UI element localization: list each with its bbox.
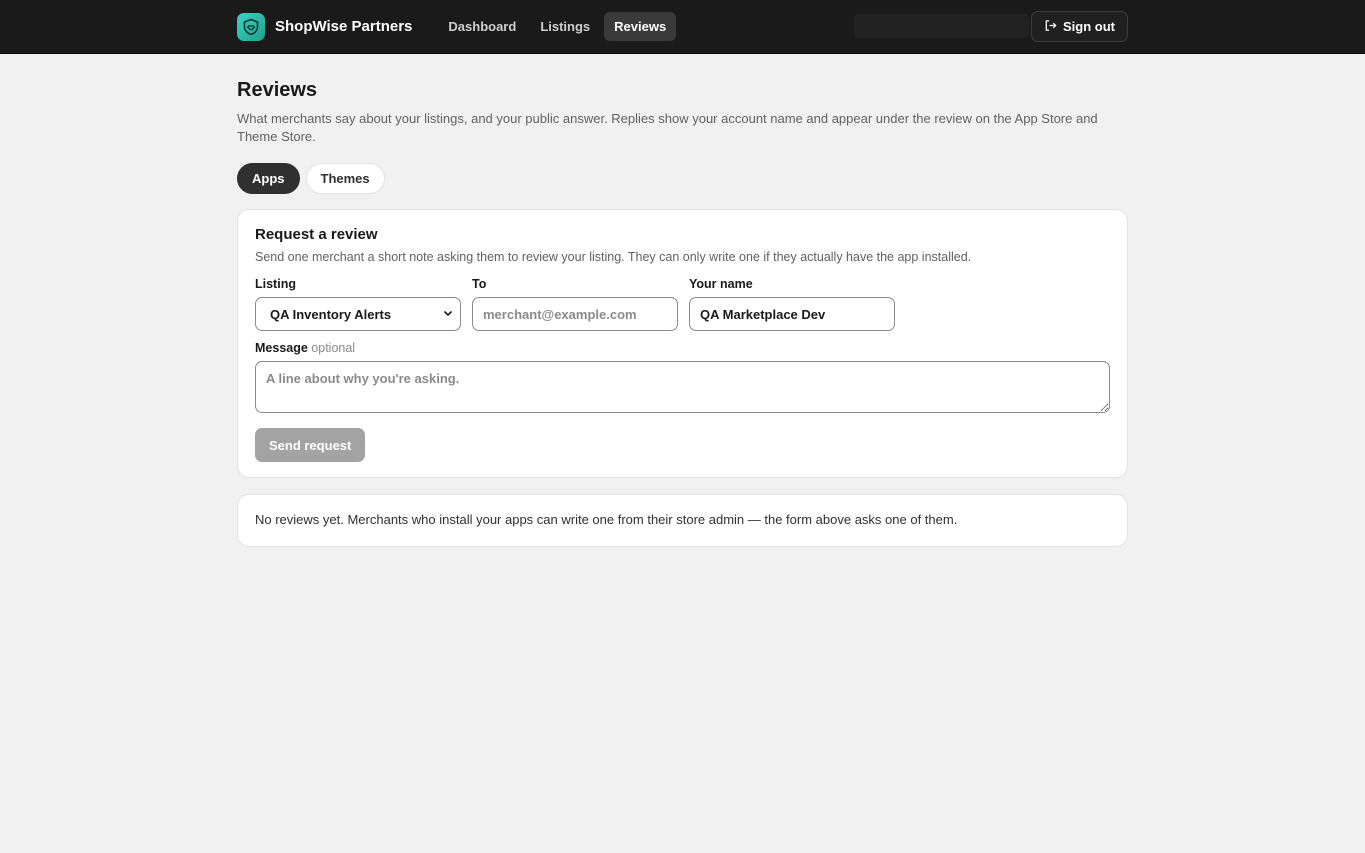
request-review-card: Request a review Send one merchant a sho… [237,209,1128,478]
top-bar: ShopWise Partners Dashboard Listings Rev… [0,0,1365,54]
message-label-row: Message optional [255,341,1110,355]
request-review-title: Request a review [255,226,378,243]
nav-listings[interactable]: Listings [530,12,600,41]
nav-reviews[interactable]: Reviews [604,12,677,41]
to-field: To [472,277,678,331]
chevron-down-icon [442,307,454,322]
sign-out-button[interactable]: Sign out [1031,11,1128,42]
message-optional-hint: optional [311,341,356,355]
account-pill [854,14,1030,38]
listing-field: Listing QA Inventory Alerts [255,277,461,331]
your-name-input[interactable] [689,297,895,331]
send-request-button[interactable]: Send request [255,428,366,462]
nav-dashboard[interactable]: Dashboard [438,12,526,41]
message-textarea[interactable] [255,361,1110,413]
your-name-label: Your name [689,277,753,291]
listing-select[interactable]: QA Inventory Alerts [255,297,461,331]
reviews-empty-state: No reviews yet. Merchants who install yo… [237,494,1128,547]
main-content: Reviews What merchants say about your li… [237,54,1128,547]
page-description: What merchants say about your listings, … [237,111,1098,144]
tab-apps[interactable]: Apps [237,163,300,194]
request-form-row: Listing QA Inventory Alerts To Your name [255,277,1110,331]
request-review-description: Send one merchant a short note asking th… [255,250,972,264]
your-name-field: Your name [689,277,895,331]
listing-label: Listing [255,277,296,291]
handshake-shield-icon[interactable] [237,12,265,41]
to-label: To [472,277,487,291]
review-type-tabs: Apps Themes [237,163,1128,194]
page-title: Reviews [237,79,318,101]
message-label: Message [255,341,308,355]
tab-themes[interactable]: Themes [305,163,385,194]
listing-selected-value: QA Inventory Alerts [270,306,392,322]
to-email-input[interactable] [472,297,678,331]
brand-name[interactable]: ShopWise Partners [275,18,412,35]
sign-out-label: Sign out [1063,19,1115,34]
main-nav: Dashboard Listings Reviews [438,12,677,41]
sign-out-icon [1044,19,1057,35]
